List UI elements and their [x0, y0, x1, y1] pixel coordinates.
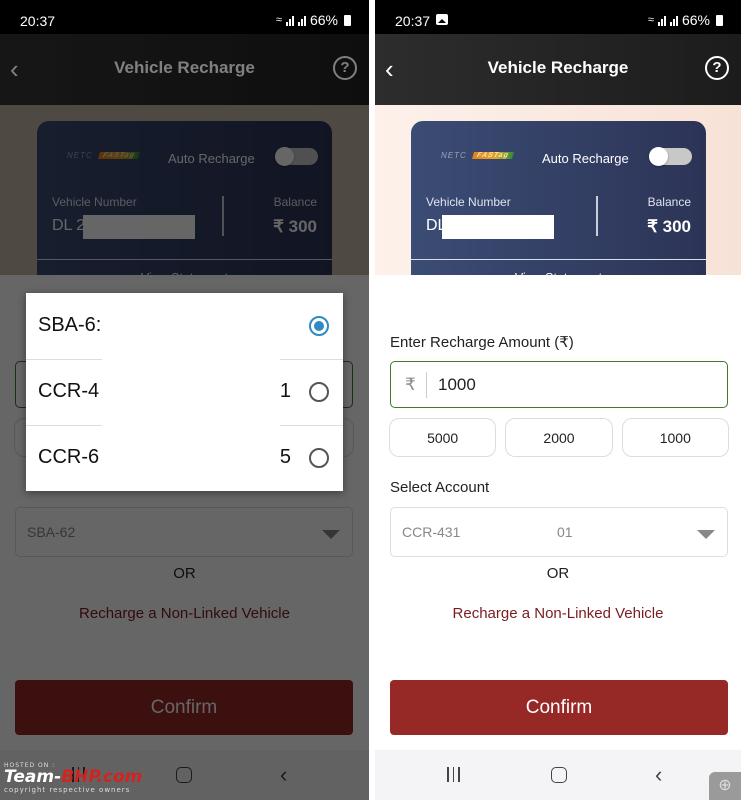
auto-recharge-toggle[interactable] [649, 147, 692, 166]
help-icon[interactable]: ? [333, 56, 357, 80]
account-option-label: CCR-6 [38, 446, 100, 468]
account-select[interactable]: CCR-431 01 [390, 507, 728, 557]
quick-amounts: 5000 2000 1000 [389, 418, 729, 457]
radio-unselected-icon[interactable] [309, 382, 329, 402]
quick-amount-2000[interactable]: 2000 [505, 418, 613, 457]
app-bar: ‹ Vehicle Recharge ? [375, 34, 741, 105]
help-icon[interactable]: ? [705, 56, 729, 80]
signal-icon [669, 15, 678, 26]
watermark: HOSTED ON : Team-BHP.com copyright respe… [4, 762, 142, 794]
account-select-tail: 01 [557, 524, 573, 540]
watermark-brand-b: BHP.com [61, 767, 143, 787]
amount-input[interactable] [438, 375, 718, 395]
amount-input-field[interactable]: ₹ [390, 361, 728, 408]
hero-banner: NETC FASTag Auto Recharge Vehicle Number… [375, 105, 741, 295]
left-phone-screen: 20:37 ≈ 66% ‹ Vehicle Recharge ? NETC FA… [0, 0, 369, 800]
status-time: 20:37 [20, 13, 56, 29]
account-option-tail: 1 [279, 380, 291, 402]
home-icon[interactable] [551, 767, 567, 783]
amount-label: Enter Recharge Amount (₹) [390, 334, 574, 351]
watermark-copyright: copyright respective owners [4, 786, 131, 794]
redaction-box [442, 215, 554, 239]
app-bar: ‹ Vehicle Recharge ? [0, 34, 369, 105]
screenshot-comparison: 20:37 ≈ 66% ‹ Vehicle Recharge ? NETC FA… [0, 0, 741, 800]
right-phone-screen: 20:37 ≈ 66% ‹ Vehicle Recharge ? NETC FA… [375, 0, 741, 800]
or-separator: OR [546, 565, 570, 582]
toggle-knob [649, 147, 668, 166]
status-icons: ≈ 66% [276, 12, 351, 28]
signal-icon [657, 15, 666, 26]
account-option-label: CCR-4 [38, 380, 100, 402]
netc-logo: NETC [441, 151, 467, 160]
nav-back-icon[interactable]: ‹ [655, 762, 662, 788]
account-option[interactable]: CCR-6 5 [26, 425, 343, 491]
battery-percent: 66% [681, 12, 710, 28]
account-select-value: CCR-431 [402, 524, 461, 540]
status-time: 20:37 [395, 13, 431, 29]
page-title: Vehicle Recharge [114, 58, 255, 77]
radio-unselected-icon[interactable] [309, 448, 329, 468]
confirm-button[interactable]: Confirm [390, 680, 728, 735]
system-nav-bar: ‹ ⊕ [375, 750, 741, 800]
balance-value: ₹ 300 [647, 217, 691, 236]
card-logos: NETC FASTag [441, 151, 514, 160]
account-option-label: SBA-6: [38, 314, 102, 336]
battery-icon [716, 14, 723, 26]
account-option-tail: 5 [279, 446, 291, 468]
signal-icon [297, 15, 306, 26]
balance-label: Balance [647, 195, 691, 209]
status-bar: 20:37 ≈ 66% [0, 0, 369, 34]
watermark-brand-a: Team- [4, 767, 62, 787]
watermark-brand: Team-BHP.com [4, 769, 142, 786]
rupee-icon: ₹ [405, 375, 416, 394]
zoom-in-icon[interactable]: ⊕ [709, 772, 741, 800]
quick-amount-1000[interactable]: 1000 [621, 418, 729, 457]
gallery-icon [436, 14, 448, 25]
input-separator [426, 372, 427, 398]
fastag-card: NETC FASTag Auto Recharge Vehicle Number… [411, 121, 706, 295]
auto-recharge-label: Auto Recharge [542, 151, 629, 166]
account-option[interactable]: SBA-6: [26, 293, 343, 360]
fastag-logo: FASTag [471, 152, 514, 159]
status-icons: ≈ 66% [648, 12, 723, 28]
battery-percent: 66% [309, 12, 338, 28]
vehicle-number-label: Vehicle Number [426, 195, 511, 209]
card-divider [596, 196, 598, 236]
account-picker-dialog: SBA-6: CCR-4 1 CCR-6 5 [26, 293, 343, 491]
select-account-label: Select Account [390, 479, 490, 496]
page-title: Vehicle Recharge [487, 58, 629, 77]
wifi-icon: ≈ [647, 14, 654, 26]
status-bar: 20:37 ≈ 66% [375, 0, 741, 34]
signal-icon [285, 15, 294, 26]
account-option[interactable]: CCR-4 1 [26, 359, 343, 426]
quick-amount-5000[interactable]: 5000 [389, 418, 497, 457]
battery-icon [344, 14, 351, 26]
non-linked-vehicle-link[interactable]: Recharge a Non-Linked Vehicle [375, 605, 741, 622]
wifi-icon: ≈ [275, 14, 282, 26]
recents-icon[interactable] [447, 767, 460, 782]
recharge-form: Enter Recharge Amount (₹) ₹ 5000 2000 10… [375, 275, 741, 800]
dropdown-caret-icon [697, 530, 715, 539]
card-separator [411, 259, 706, 260]
radio-selected-icon[interactable] [309, 316, 329, 336]
